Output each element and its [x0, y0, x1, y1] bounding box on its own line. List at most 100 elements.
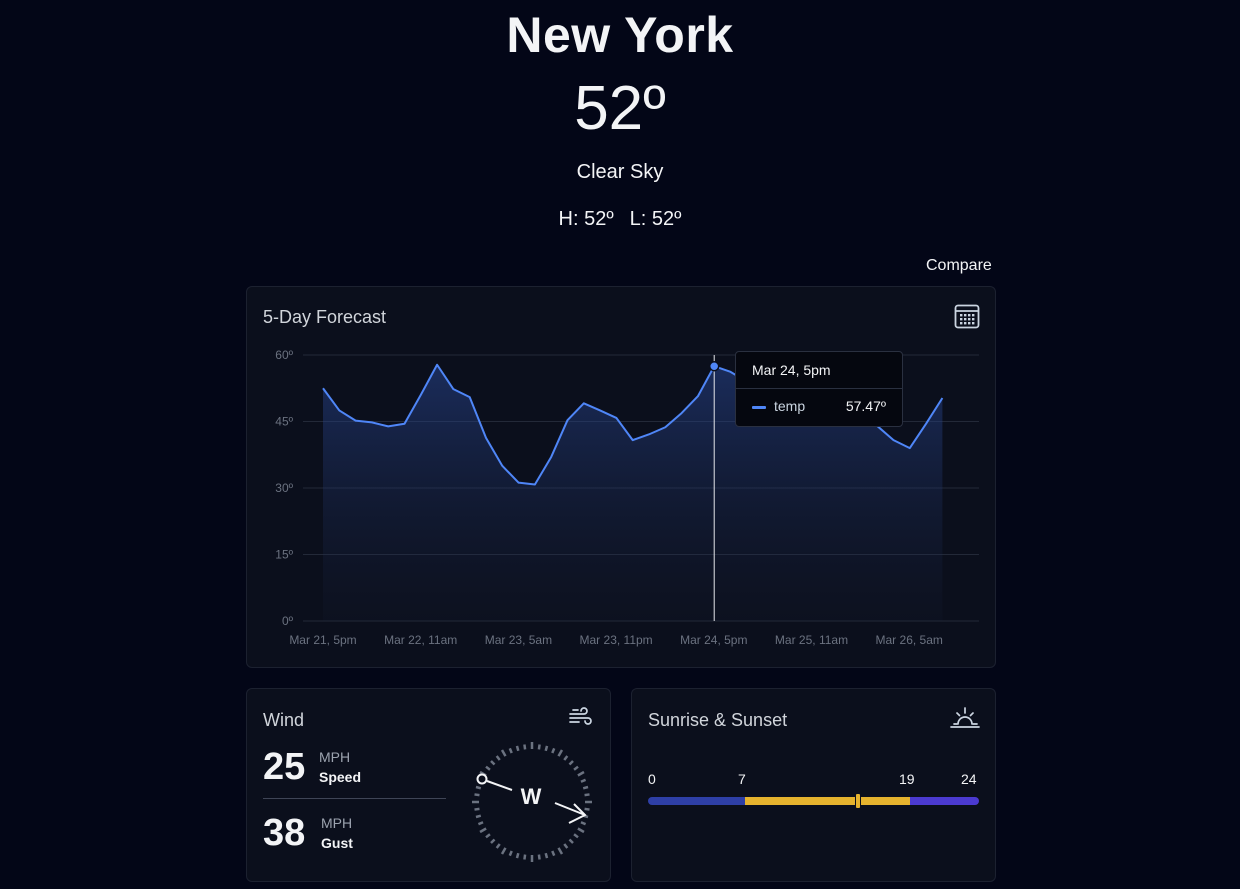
temp-point: [663, 425, 667, 429]
y-tick-label: 30º: [275, 481, 293, 495]
compass-needle-origin: [476, 773, 488, 785]
wind-speed-value: 25: [263, 746, 306, 788]
wind-gust-value: 38: [263, 812, 306, 854]
forecast-chart[interactable]: 60º 45º 30º 15º 0º Mar 21, 5pm Mar 22, 11am Mar…: [247, 287, 995, 667]
compass-tick: [577, 827, 585, 834]
x-tick-label: Mar 26, 5am: [876, 633, 943, 647]
chart-tooltip: Mar 24, 5pm temp 57.47º: [735, 351, 903, 427]
temp-point: [892, 438, 896, 442]
temp-point: [631, 438, 635, 442]
high-temp: H: 52º: [558, 208, 614, 230]
wind-card: Wind 25 MPH Speed 38 MPH Gust W: [246, 688, 611, 882]
day-segment: [744, 797, 911, 805]
wind-speed-label: Speed: [319, 769, 362, 785]
compass-tick: [485, 833, 491, 839]
compass-tick: [500, 749, 507, 757]
temp-point: [484, 436, 488, 440]
y-tick-label: 45º: [275, 415, 293, 429]
wind-divider: [263, 798, 446, 799]
y-tick-label: 60º: [275, 348, 293, 362]
compass-tick: [577, 770, 585, 777]
compass-tick: [563, 755, 569, 761]
compass-tick: [474, 807, 480, 811]
x-tick-label: Mar 23, 11pm: [580, 633, 653, 647]
temp-point: [337, 408, 341, 412]
high-low: H: 52º L: 52º: [0, 207, 1240, 231]
x-tick-label: Mar 25, 11am: [775, 633, 848, 647]
compass-tick: [551, 850, 556, 857]
compass-tick: [523, 854, 527, 860]
sun-tick-3: 24: [961, 771, 977, 787]
compass-tick: [508, 850, 513, 857]
sun-card: Sunrise & Sunset 0 7 19 24: [631, 688, 996, 882]
x-tick-label: Mar 23, 5am: [485, 633, 552, 647]
temp-point: [549, 455, 553, 459]
compass-tick: [475, 785, 482, 790]
compass-arrowhead: [568, 803, 587, 824]
night-segment: [648, 797, 745, 805]
compass-tick: [474, 793, 480, 797]
sun-title: Sunrise & Sunset: [648, 710, 788, 730]
compass-tick: [573, 833, 579, 839]
x-tick-label: Mar 21, 5pm: [289, 633, 356, 647]
compass-tick: [580, 778, 587, 783]
temp-point: [321, 386, 325, 390]
low-temp: L: 52º: [629, 208, 682, 230]
compass-tick: [515, 852, 520, 859]
temp-point: [582, 401, 586, 405]
compass-tick: [537, 744, 541, 750]
evening-segment: [910, 797, 979, 805]
compass-tick: [523, 744, 527, 750]
compass-tick: [490, 760, 496, 766]
wind-gust-label: Gust: [321, 835, 353, 851]
wind-direction: W: [521, 784, 542, 809]
temp-point: [729, 370, 733, 374]
compass-tick: [537, 854, 541, 860]
compass-tick: [568, 760, 574, 766]
sun-tick-0: 0: [648, 771, 656, 787]
temp-point: [386, 424, 390, 428]
compass-tick: [551, 747, 556, 754]
tooltip-series-swatch: [752, 406, 766, 409]
tooltip-value: 57.47º: [845, 398, 886, 414]
compass-tick: [490, 838, 496, 844]
temp-point: [451, 387, 455, 391]
temp-point: [500, 464, 504, 468]
temp-point: [468, 395, 472, 399]
current-time-marker[interactable]: [854, 793, 861, 809]
wind-speed-unit: MPH: [319, 749, 351, 765]
compass-tick: [568, 838, 574, 844]
highlight-point: [708, 360, 720, 372]
temp-point: [566, 418, 570, 422]
city-name: New York: [506, 7, 734, 63]
compass-tick: [557, 847, 564, 855]
compass-tick: [479, 827, 487, 834]
compass-tick: [573, 765, 579, 771]
temp-point: [370, 420, 374, 424]
wind-compass: W: [467, 737, 597, 867]
temp-point: [598, 408, 602, 412]
compass-tick: [563, 843, 569, 849]
temp-point: [647, 432, 651, 436]
compass-needle-head: [554, 802, 586, 816]
tooltip-series-name: temp: [774, 398, 806, 414]
compass-tick: [495, 843, 501, 849]
temp-point: [419, 393, 423, 397]
x-tick-label: Mar 22, 11am: [384, 633, 457, 647]
temp-point: [533, 482, 537, 486]
y-tick-label: 15º: [275, 548, 293, 562]
temp-point: [940, 396, 944, 400]
compass-tick: [477, 821, 484, 826]
compass-tick: [485, 765, 491, 771]
sunrise-icon: [950, 705, 980, 731]
weather-condition: Clear Sky: [576, 161, 664, 183]
sun-tick-1: 7: [738, 771, 746, 787]
temp-point: [908, 446, 912, 450]
compass-tick: [584, 793, 590, 797]
compass-tick: [544, 852, 549, 859]
compass-tick: [582, 785, 589, 790]
compass-tick: [508, 747, 513, 754]
compare-link[interactable]: Compare: [926, 256, 992, 276]
tooltip-title: Mar 24, 5pm: [752, 362, 831, 378]
temp-point: [403, 422, 407, 426]
